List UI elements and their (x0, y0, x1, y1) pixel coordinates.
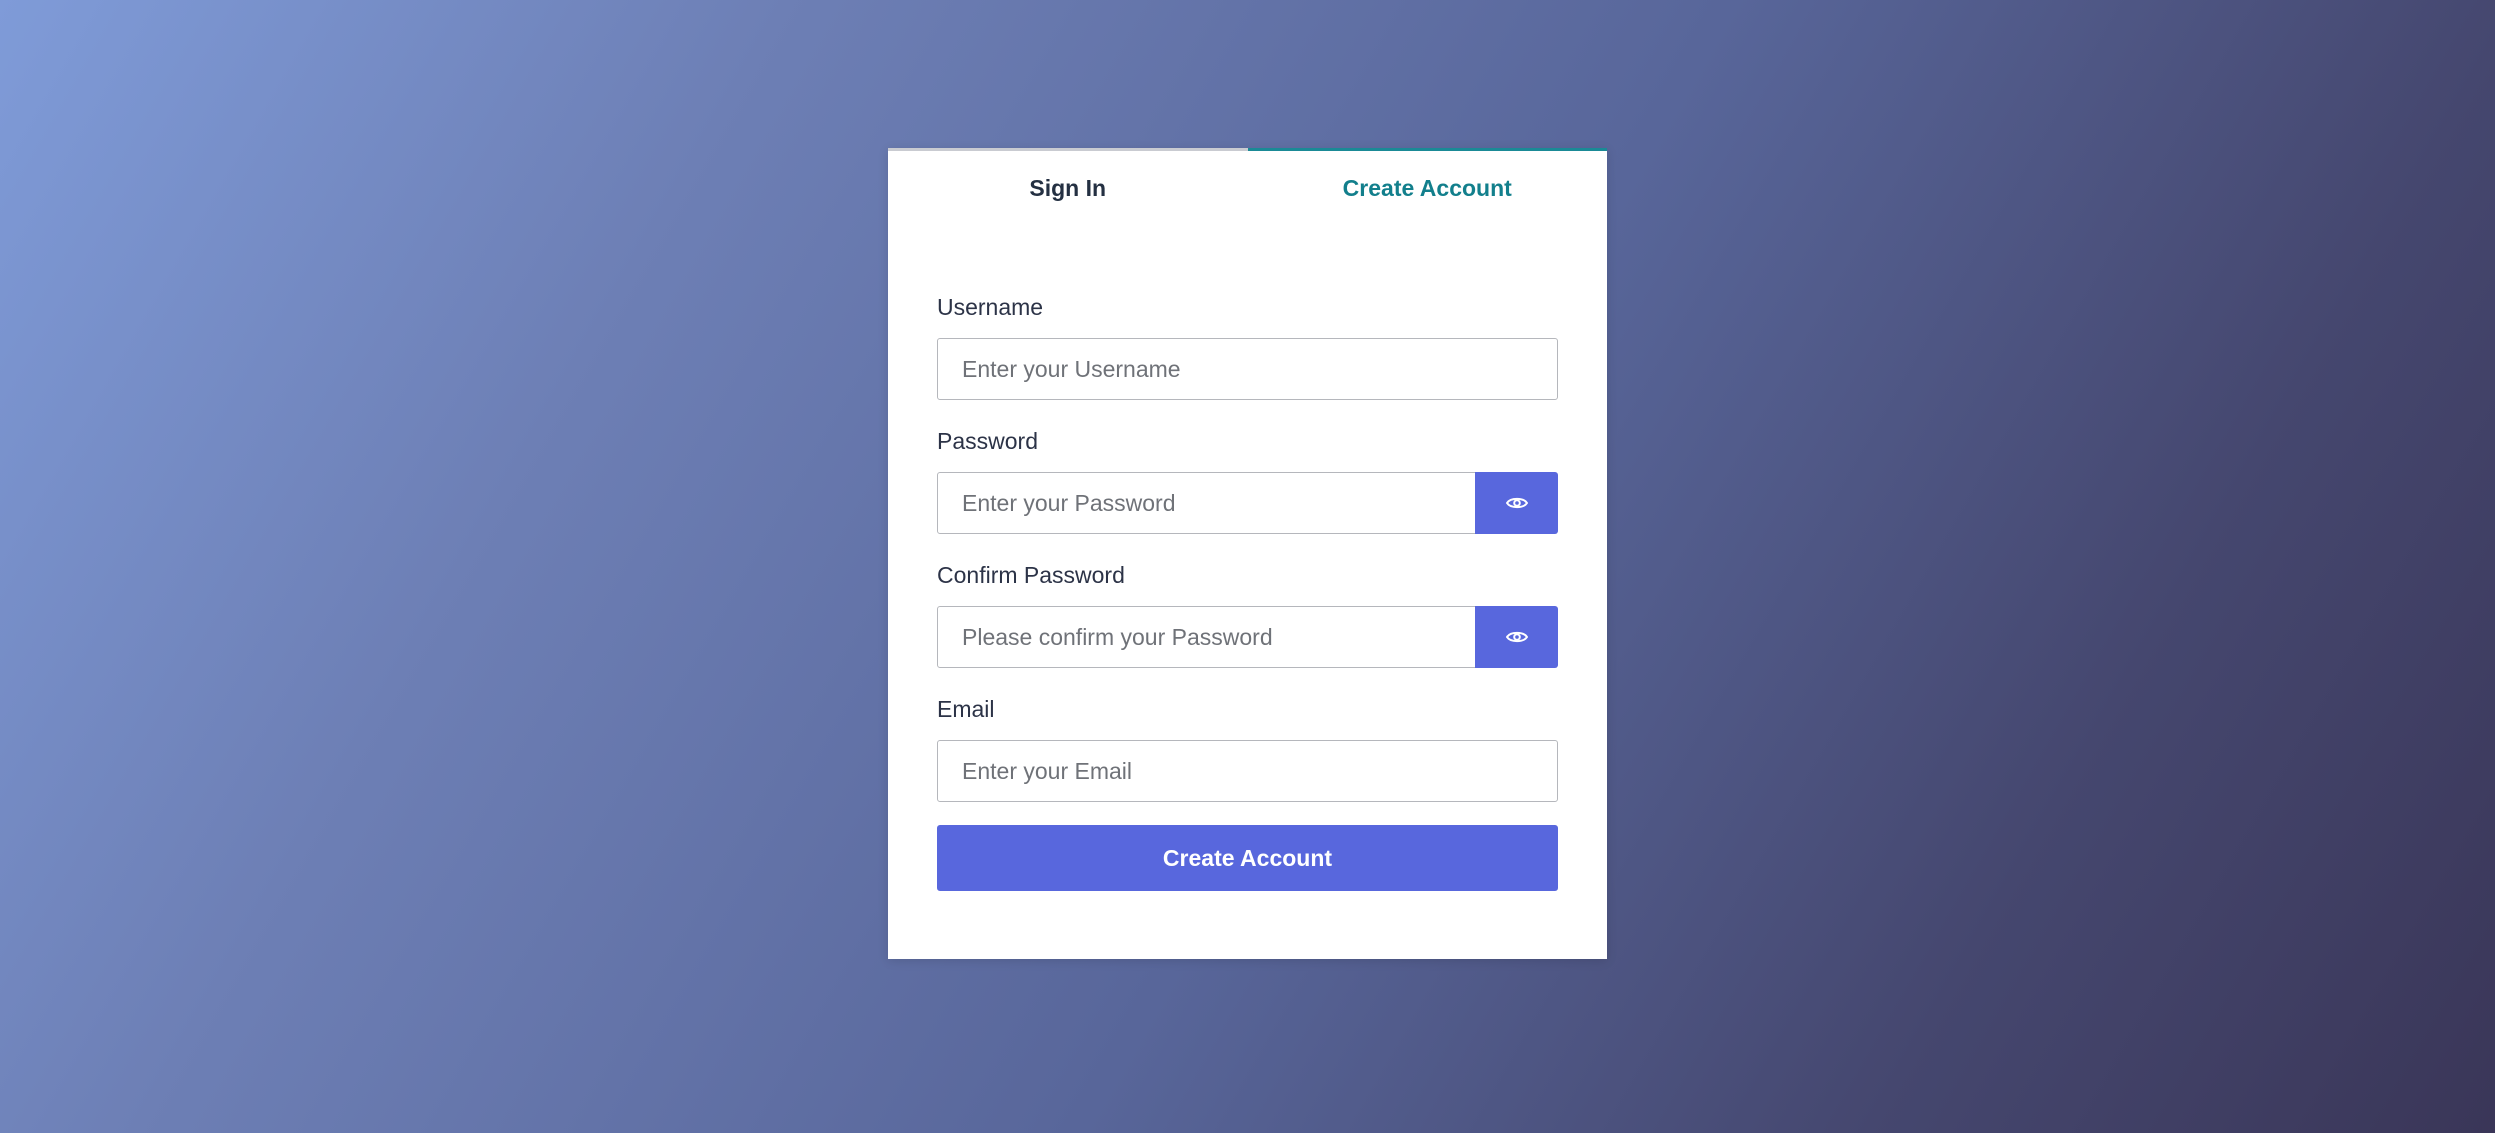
username-input[interactable] (937, 338, 1558, 400)
toggle-password-visibility-button[interactable] (1475, 472, 1558, 534)
tab-create-account[interactable]: Create Account (1247, 148, 1607, 228)
auth-tabs: Sign In Create Account (888, 148, 1607, 228)
confirm-password-label: Confirm Password (937, 562, 1125, 588)
username-label: Username (937, 294, 1044, 320)
password-label: Password (937, 428, 1038, 454)
eye-icon (1505, 631, 1528, 643)
tab-sign-in[interactable]: Sign In (888, 148, 1248, 228)
create-account-button[interactable]: Create Account (937, 825, 1558, 891)
email-label: Email (937, 696, 995, 722)
confirm-password-input[interactable] (937, 606, 1477, 668)
password-input[interactable] (937, 472, 1477, 534)
auth-card: Sign In Create Account Username Password… (888, 148, 1607, 959)
eye-icon (1505, 497, 1528, 509)
email-input[interactable] (937, 740, 1558, 802)
toggle-confirm-password-visibility-button[interactable] (1475, 606, 1558, 668)
